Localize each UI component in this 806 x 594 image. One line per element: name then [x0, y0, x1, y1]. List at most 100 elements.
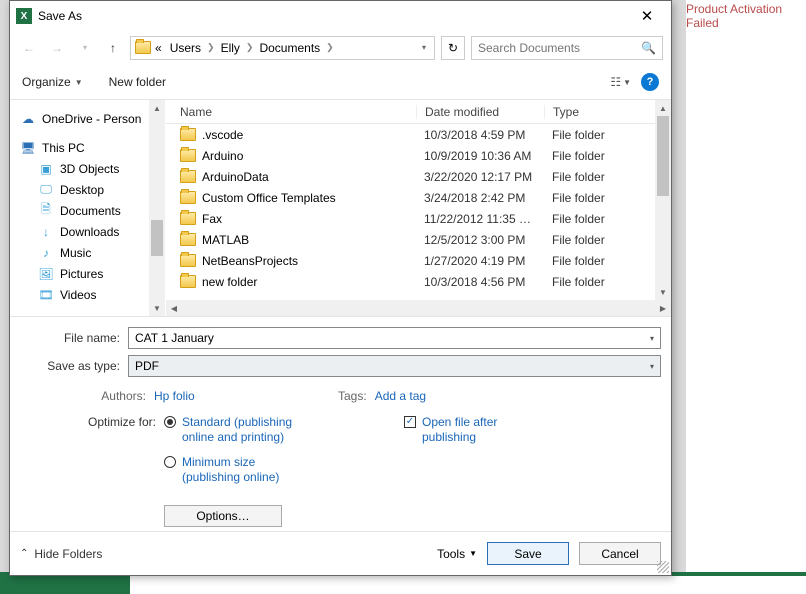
folder-icon: [180, 212, 196, 225]
crumbs-prefix[interactable]: «: [151, 41, 166, 55]
options-button[interactable]: Options…: [164, 505, 282, 527]
recent-dropdown[interactable]: ▾: [74, 37, 96, 59]
file-row[interactable]: new folder10/3/2018 4:56 PMFile folder: [166, 271, 671, 292]
crumb-documents[interactable]: Documents: [255, 41, 324, 55]
chevron-down-icon[interactable]: ▾: [650, 334, 654, 343]
crumb-users[interactable]: Users: [166, 41, 205, 55]
tree-downloads[interactable]: ↓ Downloads: [10, 221, 165, 242]
metadata-row: Authors: Hp folio Tags: Add a tag: [10, 379, 671, 403]
file-row[interactable]: MATLAB12/5/2012 3:00 PMFile folder: [166, 229, 671, 250]
chevron-right-icon[interactable]: ❯: [244, 42, 256, 53]
saveastype-select[interactable]: PDF ▾: [128, 355, 661, 377]
file-name: Arduino: [202, 149, 243, 163]
hide-folders-button[interactable]: ⌃ Hide Folders: [20, 547, 102, 561]
file-row[interactable]: ArduinoData3/22/2020 12:17 PMFile folder: [166, 166, 671, 187]
save-button[interactable]: Save: [487, 542, 569, 565]
tree-scrollbar[interactable]: ▲ ▼: [149, 100, 165, 316]
tree-3d-objects[interactable]: ▣ 3D Objects: [10, 158, 165, 179]
authors-value[interactable]: Hp folio: [154, 389, 195, 403]
tags-value[interactable]: Add a tag: [375, 389, 426, 403]
address-bar[interactable]: « Users ❯ Elly ❯ Documents ❯ ▾: [130, 36, 435, 60]
header-type[interactable]: Type: [544, 105, 671, 119]
file-name: ArduinoData: [202, 170, 269, 184]
forward-button[interactable]: →: [46, 37, 68, 59]
pc-icon: 🖥: [20, 140, 36, 156]
body: ☁ OneDrive - Person 🖥 This PC ▣ 3D Objec…: [10, 99, 671, 317]
file-type: File folder: [544, 254, 671, 268]
close-button[interactable]: ✕: [627, 2, 667, 30]
scroll-up-icon[interactable]: ▲: [149, 100, 165, 116]
radio-icon: [164, 456, 176, 468]
radio-standard[interactable]: Standard (publishing online and printing…: [164, 415, 304, 445]
tree-this-pc[interactable]: 🖥 This PC: [10, 137, 165, 158]
scroll-down-icon[interactable]: ▼: [655, 284, 671, 300]
tree-label: Music: [60, 246, 91, 260]
scroll-up-icon[interactable]: ▲: [655, 100, 671, 116]
chevron-right-icon[interactable]: ❯: [205, 42, 217, 53]
tree-desktop[interactable]: 🖵 Desktop: [10, 179, 165, 200]
tree-label: OneDrive - Person: [42, 112, 141, 126]
chevron-right-icon[interactable]: ❯: [324, 42, 336, 53]
scroll-right-icon[interactable]: ▶: [655, 304, 671, 313]
horizontal-scrollbar[interactable]: ◀ ▶: [166, 300, 671, 316]
radio-minimum[interactable]: Minimum size (publishing online): [164, 455, 304, 485]
help-button[interactable]: ?: [641, 73, 659, 91]
file-row[interactable]: Custom Office Templates3/24/2018 2:42 PM…: [166, 187, 671, 208]
organize-label: Organize: [22, 75, 71, 89]
tree-onedrive[interactable]: ☁ OneDrive - Person: [10, 108, 165, 129]
folder-icon: [180, 233, 196, 246]
refresh-button[interactable]: ↻: [441, 36, 465, 60]
folder-icon: [180, 128, 196, 141]
file-type: File folder: [544, 149, 671, 163]
file-type: File folder: [544, 128, 671, 142]
scroll-left-icon[interactable]: ◀: [166, 304, 182, 313]
search-input[interactable]: [478, 41, 641, 55]
save-label: Save: [514, 547, 541, 561]
search-box[interactable]: 🔍: [471, 36, 663, 60]
saveastype-value: PDF: [135, 359, 159, 373]
tree-documents[interactable]: 🗎 Documents: [10, 200, 165, 221]
scroll-thumb[interactable]: [151, 220, 163, 256]
tree-pictures[interactable]: 🖼 Pictures: [10, 263, 165, 284]
save-as-dialog: X Save As ✕ ← → ▾ ↑ « Users ❯ Elly ❯ Doc…: [9, 0, 672, 576]
pictures-icon: 🖼: [38, 266, 54, 282]
tree-videos[interactable]: 🎞 Videos: [10, 284, 165, 305]
checkbox-open-after[interactable]: ✓ Open file after publishing: [404, 415, 522, 445]
file-type: File folder: [544, 170, 671, 184]
tree-label: 3D Objects: [60, 162, 119, 176]
chevron-down-icon[interactable]: ▾: [650, 362, 654, 371]
up-button[interactable]: ↑: [102, 37, 124, 59]
header-name[interactable]: Name: [166, 105, 416, 119]
filename-input[interactable]: CAT 1 January ▾: [128, 327, 661, 349]
header-date[interactable]: Date modified: [416, 105, 544, 119]
tree-label: Videos: [60, 288, 96, 302]
cancel-button[interactable]: Cancel: [579, 542, 661, 565]
file-name: Fax: [202, 212, 222, 226]
file-row[interactable]: .vscode10/3/2018 4:59 PMFile folder: [166, 124, 671, 145]
music-icon: ♪: [38, 245, 54, 261]
file-date: 10/3/2018 4:59 PM: [416, 128, 544, 142]
vertical-scrollbar[interactable]: ▲ ▼: [655, 100, 671, 300]
column-headers: Name Date modified Type: [166, 100, 671, 124]
file-row[interactable]: NetBeansProjects1/27/2020 4:19 PMFile fo…: [166, 250, 671, 271]
chevron-down-icon: ▼: [469, 549, 477, 558]
crumb-elly[interactable]: Elly: [217, 41, 244, 55]
new-folder-button[interactable]: New folder: [109, 75, 166, 89]
excel-icon: X: [16, 8, 32, 24]
tools-button[interactable]: Tools ▼: [437, 547, 477, 561]
radio-icon: [164, 416, 176, 428]
address-dropdown[interactable]: ▾: [418, 43, 430, 52]
folder-icon: [180, 191, 196, 204]
document-icon: 🗎: [38, 203, 54, 219]
organize-button[interactable]: Organize ▼: [22, 75, 83, 89]
resize-grip[interactable]: [657, 561, 669, 573]
scroll-thumb[interactable]: [657, 116, 669, 196]
scroll-down-icon[interactable]: ▼: [149, 300, 165, 316]
file-row[interactable]: Fax11/22/2012 11:35 …File folder: [166, 208, 671, 229]
tree-music[interactable]: ♪ Music: [10, 242, 165, 263]
radio-label: Standard (publishing online and printing…: [182, 415, 304, 445]
file-row[interactable]: Arduino10/9/2019 10:36 AMFile folder: [166, 145, 671, 166]
back-button[interactable]: ←: [18, 37, 40, 59]
radio-label: Minimum size (publishing online): [182, 455, 304, 485]
view-mode-button[interactable]: ☷ ▼: [610, 75, 631, 89]
